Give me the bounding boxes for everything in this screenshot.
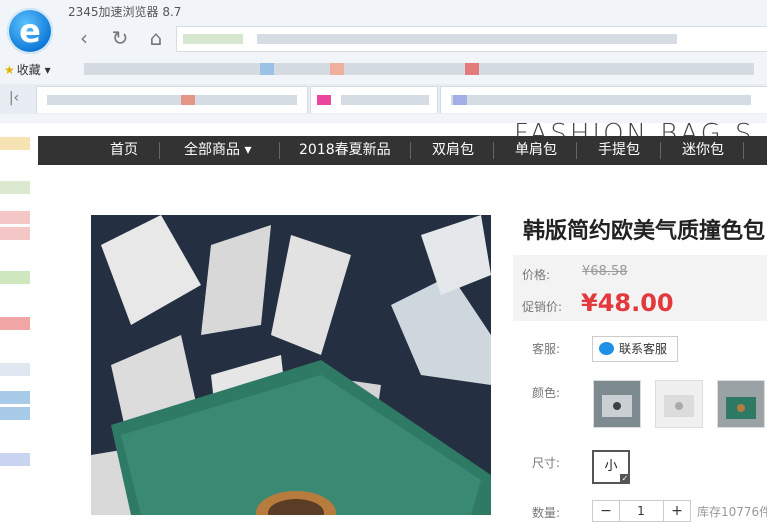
product-main-image[interactable]	[91, 215, 491, 515]
checkmark-icon: ✓	[620, 474, 630, 484]
quantity-label: 数量:	[532, 506, 561, 520]
browser-chrome: e 2345加速浏览器 8.7 ‹ ↻ ⌂ ★ 收藏 ▾ |‹	[0, 0, 767, 123]
nav-item-all-products[interactable]: 全部商品 ▾	[184, 136, 251, 165]
quantity-increase-button[interactable]: +	[663, 500, 691, 522]
home-icon[interactable]: ⌂	[144, 26, 168, 50]
size-option-small[interactable]: 小 ✓	[592, 450, 630, 484]
star-icon: ★	[4, 63, 15, 77]
color-swatch-2[interactable]	[655, 380, 703, 428]
tab-1[interactable]	[36, 86, 308, 113]
tab-strip: |‹	[0, 84, 767, 114]
favorites-label: 收藏	[16, 63, 41, 77]
nav-item-home[interactable]: 首页	[110, 136, 138, 165]
tab-scroll-left-icon[interactable]: |‹	[2, 86, 26, 110]
site-navigation: 首页 全部商品 ▾ 2018春夏新品 双肩包 单肩包 手提包 迷你包	[38, 136, 767, 165]
address-bar[interactable]	[176, 26, 767, 52]
size-option-label: 小	[604, 459, 618, 474]
nav-item-backpacks[interactable]: 双肩包	[432, 136, 474, 165]
nav-item-new-arrivals[interactable]: 2018春夏新品	[299, 136, 391, 165]
browser-logo-icon: e	[7, 8, 53, 54]
tab-2[interactable]	[310, 86, 438, 113]
promo-label: 促销价:	[522, 300, 563, 314]
nav-item-mini-bags[interactable]: 迷你包	[682, 136, 724, 165]
stock-count: 库存10776件	[697, 505, 767, 519]
product-title: 韩版简约欧美气质撞色包	[523, 219, 766, 244]
original-price: ¥68.58	[582, 264, 628, 279]
nav-item-handbags[interactable]: 手提包	[598, 136, 640, 165]
window-title: 2345加速浏览器 8.7	[68, 5, 182, 19]
refresh-icon[interactable]: ↻	[108, 26, 132, 50]
tab-3[interactable]	[440, 86, 767, 113]
chat-bubble-icon	[599, 342, 614, 355]
left-sidebar-strip	[0, 123, 32, 515]
size-label: 尺寸:	[532, 456, 561, 470]
color-label: 颜色:	[532, 386, 561, 400]
color-swatch-3[interactable]	[717, 380, 765, 428]
contact-service-button[interactable]: 联系客服	[592, 336, 678, 362]
quantity-decrease-button[interactable]: −	[592, 500, 620, 522]
bookmarks-bar: ★ 收藏 ▾	[0, 57, 767, 81]
favorites-menu[interactable]: ★ 收藏 ▾	[4, 61, 51, 78]
back-icon[interactable]: ‹	[72, 26, 96, 50]
service-label: 客服:	[532, 342, 561, 356]
nav-item-shoulder-bags[interactable]: 单肩包	[515, 136, 557, 165]
contact-service-label: 联系客服	[619, 342, 668, 356]
promo-price: ¥48.00	[581, 289, 674, 317]
color-swatch-1[interactable]	[593, 380, 641, 428]
price-label: 价格:	[522, 268, 551, 282]
quantity-input[interactable]: 1	[619, 500, 663, 522]
